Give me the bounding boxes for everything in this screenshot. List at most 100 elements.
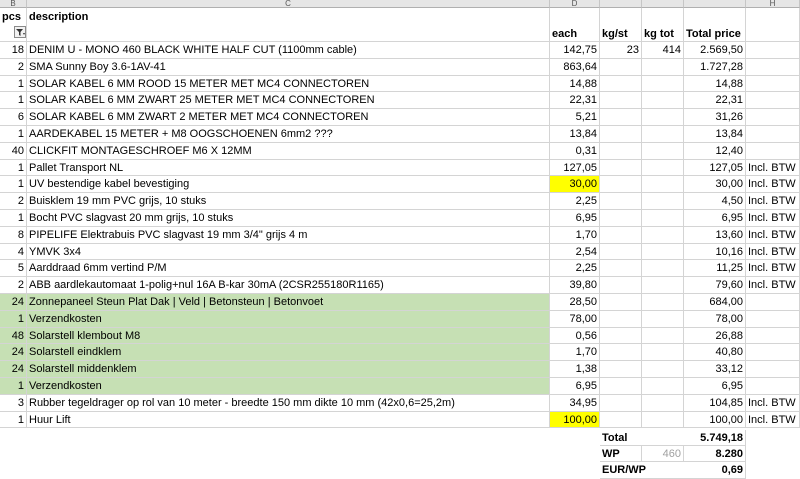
cell-description[interactable]: SOLAR KABEL 6 MM ZWART 25 METER MET MC4 … [27,92,550,110]
cell-pcs[interactable]: 1 [0,92,27,110]
column-header-g[interactable] [684,0,746,8]
cell-note[interactable] [746,109,800,126]
cell-kg-per-piece[interactable] [600,92,642,110]
column-header-e[interactable] [600,0,642,8]
cell-total-price[interactable]: 78,00 [684,310,746,328]
cell-kg-total[interactable] [642,176,684,194]
cell-description[interactable]: Verzendkosten [27,310,550,328]
cell-kg-per-piece[interactable] [600,277,642,294]
cell-description[interactable]: DENIM U - MONO 460 BLACK WHITE HALF CUT … [27,42,550,59]
cell-description[interactable]: Zonnepaneel Steun Plat Dak | Veld | Beto… [27,294,550,311]
cell-pcs[interactable]: 18 [0,42,27,59]
cell-note[interactable] [746,294,800,311]
cell-total-price[interactable]: 127,05 [684,159,746,177]
cell-kg-per-piece[interactable] [600,243,642,261]
cell-kg-per-piece[interactable] [600,327,642,345]
cell-total-price[interactable]: 30,00 [684,176,746,194]
cell-total-price[interactable]: 684,00 [684,294,746,311]
cell-pcs[interactable]: 48 [0,327,27,345]
cell-pcs[interactable]: 40 [0,142,27,160]
cell-each[interactable]: 22,31 [550,92,600,110]
cell-note[interactable] [746,126,800,143]
cell-each[interactable]: 6,95 [550,378,600,395]
cell-kg-total[interactable] [642,126,684,143]
cell-note[interactable]: Incl. BTW [746,394,800,412]
cell-kg-total[interactable] [642,210,684,227]
cell-pcs[interactable]: 4 [0,243,27,261]
cell-kg-total[interactable] [642,378,684,395]
cell-pcs[interactable]: 1 [0,75,27,93]
cell-note[interactable]: Incl. BTW [746,210,800,227]
cell-kg-per-piece[interactable] [600,344,642,362]
cell-each[interactable]: 100,00 [550,411,600,429]
cell-description[interactable]: SOLAR KABEL 6 MM ZWART 2 METER MET MC4 C… [27,109,550,126]
cell-pcs[interactable]: 24 [0,361,27,378]
summary-wp-gray[interactable]: 460 [642,446,684,462]
cell-kg-total[interactable] [642,142,684,160]
cell-total-price[interactable]: 13,84 [684,126,746,143]
column-header-c[interactable]: C [27,0,550,8]
cell-pcs[interactable]: 5 [0,260,27,278]
cell-description[interactable]: Pallet Transport NL [27,159,550,177]
cell-kg-total[interactable] [642,260,684,278]
cell-kg-total[interactable] [642,193,684,210]
cell-pcs[interactable]: 2 [0,58,27,76]
cell-each[interactable]: 6,95 [550,210,600,227]
cell-note[interactable] [746,327,800,345]
cell-note[interactable]: Incl. BTW [746,159,800,177]
cell-kg-per-piece[interactable] [600,394,642,412]
cell-each[interactable]: 28,50 [550,294,600,311]
cell-total-price[interactable]: 11,25 [684,260,746,278]
cell-note[interactable] [746,58,800,76]
cell-total-price[interactable]: 6,95 [684,210,746,227]
cell-description[interactable]: Solarstell middenklem [27,361,550,378]
cell-kg-total[interactable] [642,327,684,345]
cell-pcs[interactable]: 2 [0,193,27,210]
cell-kg-per-piece[interactable] [600,109,642,126]
cell-description[interactable]: ABB aardlekautomaat 1-polig+nul 16A B-ka… [27,277,550,294]
cell-each[interactable]: 2,54 [550,243,600,261]
cell-total-price[interactable]: 6,95 [684,378,746,395]
cell-pcs[interactable]: 24 [0,294,27,311]
cell-description[interactable]: CLICKFIT MONTAGESCHROEF M6 X 12MM [27,142,550,160]
cell-kg-per-piece[interactable]: 23 [600,42,642,59]
cell-note[interactable]: Incl. BTW [746,260,800,278]
cell-pcs[interactable]: 6 [0,109,27,126]
cell-kg-total[interactable] [642,109,684,126]
cell-total-price[interactable]: 104,85 [684,394,746,412]
summary-eur-wp-value[interactable]: 0,69 [684,462,746,479]
cell-pcs[interactable]: 1 [0,310,27,328]
cell-pcs[interactable]: 1 [0,378,27,395]
cell-kg-total[interactable] [642,92,684,110]
cell-kg-per-piece[interactable] [600,75,642,93]
cell-note[interactable]: Incl. BTW [746,243,800,261]
cell-note[interactable]: Incl. BTW [746,176,800,194]
cell-total-price[interactable]: 26,88 [684,327,746,345]
cell-kg-total[interactable] [642,277,684,294]
column-header-b[interactable]: B [0,0,27,8]
cell-description[interactable]: Bocht PVC slagvast 20 mm grijs, 10 stuks [27,210,550,227]
cell-kg-per-piece[interactable] [600,159,642,177]
cell-each[interactable]: 30,00 [550,176,600,194]
cell-kg-total[interactable] [642,344,684,362]
cell-kg-per-piece[interactable] [600,310,642,328]
cell-total-price[interactable]: 14,88 [684,75,746,93]
cell-each[interactable]: 1,70 [550,226,600,244]
cell-kg-per-piece[interactable] [600,193,642,210]
cell-note[interactable] [746,344,800,362]
cell-total-price[interactable]: 12,40 [684,142,746,160]
cell-kg-per-piece[interactable] [600,226,642,244]
cell-description[interactable]: Solarstell klembout M8 [27,327,550,345]
cell-description[interactable]: Rubber tegeldrager op rol van 10 meter -… [27,394,550,412]
cell-note[interactable] [746,75,800,93]
cell-description[interactable]: SMA Sunny Boy 3.6-1AV-41 [27,58,550,76]
cell-total-price[interactable]: 1.727,28 [684,58,746,76]
cell-total-price[interactable]: 79,60 [684,277,746,294]
cell-note[interactable] [746,92,800,110]
cell-kg-total[interactable] [642,394,684,412]
cell-total-price[interactable]: 100,00 [684,411,746,429]
filter-dropdown-button[interactable] [14,26,26,38]
cell-note[interactable] [746,361,800,378]
cell-each[interactable]: 142,75 [550,42,600,59]
cell-kg-total[interactable] [642,361,684,378]
